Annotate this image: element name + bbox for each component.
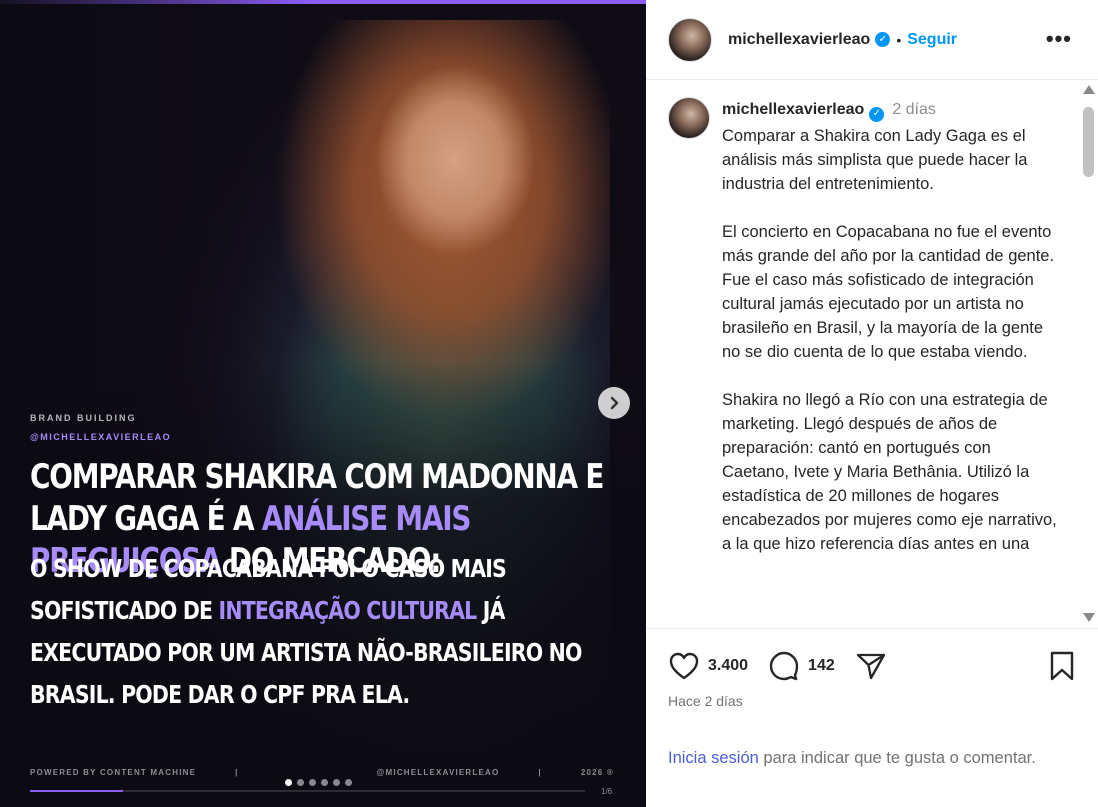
scroll-up-arrow-icon[interactable]	[1083, 85, 1095, 94]
more-options-icon[interactable]: •••	[1046, 26, 1072, 52]
caption-scroll-area[interactable]: michellexavierleao ✓ 2 días Comparar a Sha…	[646, 81, 1098, 629]
carousel-dots	[285, 779, 352, 786]
bookmark-icon[interactable]	[1046, 650, 1078, 682]
footer-spacer	[278, 768, 338, 777]
caption-author-row	[668, 97, 710, 139]
caption-text: michellexavierleao ✓ 2 días Comparar a Sha…	[722, 99, 1062, 580]
post-media-carousel[interactable]: BRAND BUILDING @MICHELLEXAVIERLEAO COMPA…	[0, 0, 646, 807]
likes-count[interactable]: 3.400	[708, 657, 748, 675]
footer-divider-1: |	[235, 768, 239, 777]
chevron-right-icon	[610, 396, 619, 410]
post-actions-bar: 3.400 142	[668, 648, 1078, 684]
footer-left: POWERED BY CONTENT MACHINE	[30, 768, 197, 777]
carousel-dot[interactable]	[309, 779, 316, 786]
author-avatar[interactable]	[668, 17, 712, 62]
carousel-dot[interactable]	[345, 779, 352, 786]
share-paper-plane-icon[interactable]	[855, 650, 887, 682]
slide-footer: POWERED BY CONTENT MACHINE | @MICHELLEXA…	[30, 768, 614, 777]
post-side-panel: michellexavierleao ✓ • Seguir ••• michel…	[646, 0, 1098, 807]
like-heart-icon[interactable]	[668, 650, 700, 682]
carousel-dot[interactable]	[285, 779, 292, 786]
caption-verified-badge-icon: ✓	[869, 106, 885, 122]
caption-scrollbar[interactable]	[1080, 81, 1096, 628]
scroll-down-arrow-icon[interactable]	[1083, 613, 1095, 622]
carousel-dot[interactable]	[321, 779, 328, 786]
login-prompt-text: para indicar que te gusta o comentar.	[758, 749, 1036, 767]
body-highlight: INTEGRAÇÃO CULTURAL	[218, 596, 478, 625]
slide-progress-fill	[30, 790, 123, 792]
footer-divider-2: |	[538, 768, 542, 777]
scroll-thumb[interactable]	[1083, 107, 1094, 177]
footer-center: @MICHELLEXAVIERLEAO	[376, 768, 500, 777]
caption-paragraph: Comparar a Shakira con Lady Gaga es el a…	[722, 126, 1028, 193]
footer-right: 2026 ®	[580, 768, 614, 777]
caption-avatar[interactable]	[668, 97, 710, 139]
post-time-ago[interactable]: Hace 2 días	[668, 693, 743, 709]
author-username[interactable]: michellexavierleao	[728, 31, 870, 49]
caption-time[interactable]: 2 días	[892, 101, 936, 118]
login-link[interactable]: Inicia sesión	[668, 749, 759, 767]
slide-kicker: BRAND BUILDING	[30, 413, 137, 423]
slide-handle: @MICHELLEXAVIERLEAO	[30, 432, 172, 442]
carousel-dot[interactable]	[297, 779, 304, 786]
comment-bubble-icon[interactable]	[768, 650, 800, 682]
comments-count[interactable]: 142	[808, 657, 835, 675]
slide-body-copy: O SHOW DE COPACABANA FOI O CASO MAIS SOF…	[30, 548, 604, 716]
caption-paragraph: Shakira no llegó a Río con una estrategi…	[722, 390, 1057, 553]
post-header: michellexavierleao ✓ • Seguir •••	[646, 0, 1098, 80]
slide-page-counter: 1/6	[601, 787, 613, 796]
login-prompt: Inicia sesión para indicar que te gusta …	[668, 746, 1048, 771]
caption-username[interactable]: michellexavierleao	[722, 101, 864, 118]
caption-paragraph: El concierto en Copacabana no fue el eve…	[722, 222, 1055, 361]
caption-head: michellexavierleao ✓ 2 días	[722, 99, 1062, 122]
carousel-dot[interactable]	[333, 779, 340, 786]
follow-button[interactable]: Seguir	[907, 31, 957, 49]
carousel-next-button[interactable]	[598, 387, 630, 419]
slide-progress-track	[30, 790, 585, 792]
verified-badge-icon: ✓	[875, 32, 891, 47]
header-separator: •	[896, 31, 902, 48]
